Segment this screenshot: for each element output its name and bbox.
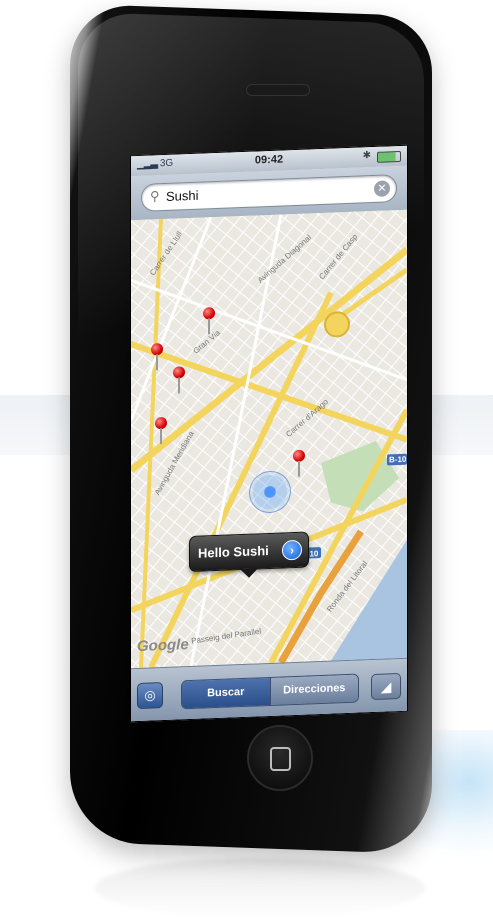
page-curl-icon: ◢ [380,678,392,695]
map-pin[interactable] [291,449,307,481]
earpiece [246,84,310,96]
clear-search-icon[interactable]: ✕ [374,180,390,197]
search-query: Sushi [166,187,199,204]
segment-buscar[interactable]: Buscar [182,677,270,709]
bottom-toolbar: ◎ Buscar Direcciones ◢ [131,657,407,723]
callout-label: Hello Sushi [198,543,269,561]
locate-me-button[interactable]: ◎ [137,682,163,710]
screen: ▁▂▃ 3G 09:42 ✱ ⚲ Sushi ✕ Carrer de Llull… [130,144,408,723]
home-button[interactable] [247,725,313,791]
map-pin[interactable] [171,366,187,397]
map-pin[interactable] [153,416,169,448]
google-logo: Google [137,636,189,656]
phone-reflection [95,858,425,918]
battery-icon [377,150,401,163]
segment-direcciones[interactable]: Direcciones [269,674,358,705]
search-input[interactable]: ⚲ Sushi ✕ [141,174,397,212]
search-icon: ⚲ [150,188,160,204]
location-icon: ◎ [144,687,156,703]
map-view[interactable]: Carrer de Llull Avinguda Diagonal Carrer… [131,209,407,669]
pin-callout[interactable]: Hello Sushi › [189,531,309,573]
map-pin[interactable] [149,343,165,374]
home-square-icon [270,747,291,771]
mode-segmented-control: Buscar Direcciones [181,673,359,710]
bluetooth-icon: ✱ [362,150,371,162]
iphone-device: ▁▂▃ 3G 09:42 ✱ ⚲ Sushi ✕ Carrer de Llull… [0,0,493,923]
chevron-right-icon[interactable]: › [282,539,302,561]
map-streets [131,209,407,669]
page-curl-button[interactable]: ◢ [371,672,401,701]
map-pin[interactable] [201,307,217,338]
road-badge: B-10 [389,454,407,465]
